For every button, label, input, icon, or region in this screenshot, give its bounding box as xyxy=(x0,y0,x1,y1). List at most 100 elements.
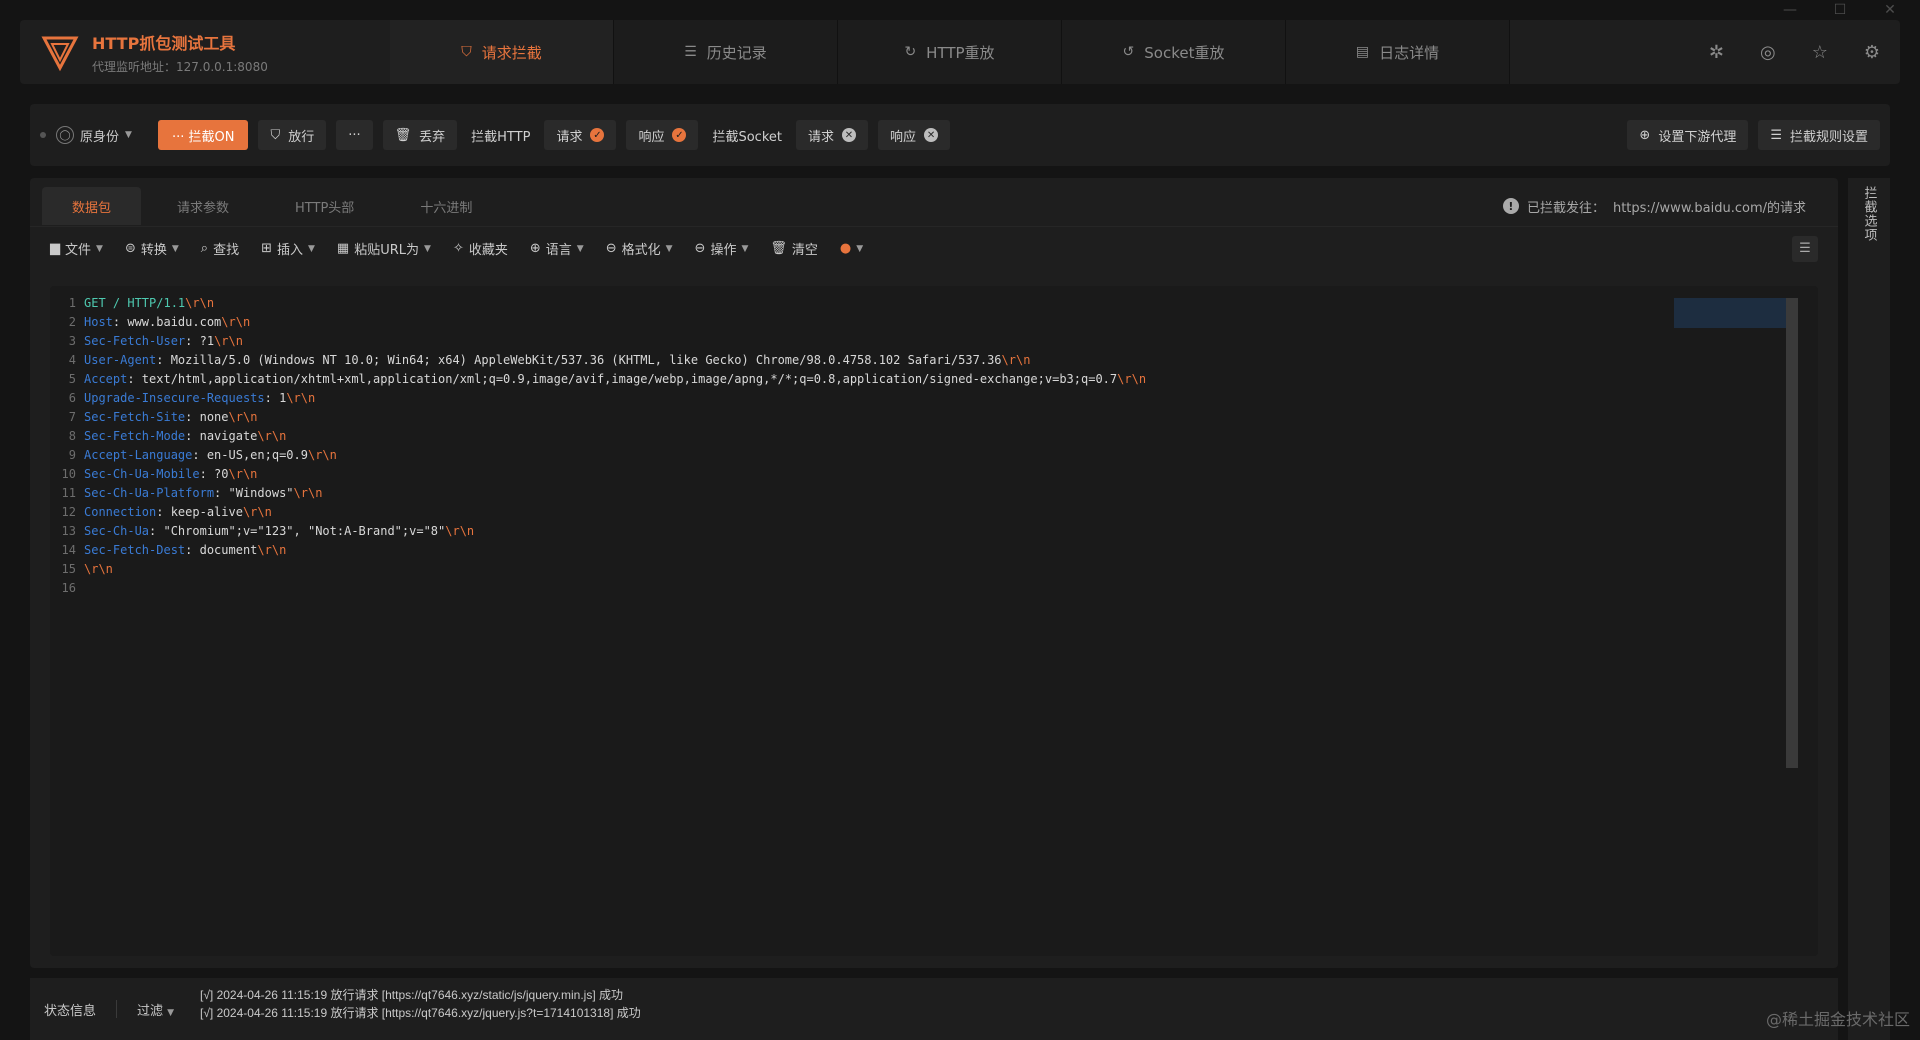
editor-settings-button[interactable]: ☰ xyxy=(1792,235,1818,262)
code-line: 15 \r\n xyxy=(50,560,1818,579)
app-logo xyxy=(41,36,79,72)
crlf-marker: \r\n xyxy=(1117,372,1147,386)
more-button[interactable]: ··· xyxy=(336,120,373,150)
format-icon: ⊖ xyxy=(605,241,617,256)
clear-label: 清空 xyxy=(791,243,818,258)
toggle-label: 响应 xyxy=(638,129,665,145)
shield-icon[interactable]: ◎ xyxy=(1760,42,1776,63)
crlf-marker: \r\n xyxy=(307,448,337,462)
tab-hex[interactable]: 十六进制 xyxy=(390,187,502,225)
log-list: [√] 2024-04-26 11:15:19 放行请求 [https://qt… xyxy=(200,978,641,1040)
discard-label: 丢弃 xyxy=(419,129,446,145)
chevron-down-icon: ▼ xyxy=(125,130,132,140)
line-number: 14 xyxy=(61,543,76,557)
release-button[interactable]: ⛉ 放行 xyxy=(258,120,327,150)
tab-log-details[interactable]: ▤ 日志详情 xyxy=(1286,20,1510,84)
intercept-options-panel[interactable]: 拦截选项 xyxy=(1848,178,1890,1040)
header-value: : ?0 xyxy=(199,467,229,481)
maximize-button[interactable]: ☐ xyxy=(1830,2,1850,18)
socket-request-toggle[interactable]: 请求 ✕ xyxy=(795,120,868,150)
packet-editor[interactable]: 1 GET / HTTP/1.1 \r\n 2 Host: www.baidu.com \… xyxy=(50,286,1818,956)
rule-settings-button[interactable]: ☰ 拦截规则设置 xyxy=(1758,120,1880,150)
editor-toolbar: ▆ 文件 ▼ ⊜ 转换 ▼ ⌕ 查找 ⊞ 插入 ▼ ▦ 粘贴URL为 ▼ ✧ 收藏夹 ⊕ 语言 ▼ ⊖ 格… xyxy=(30,226,1838,270)
file-menu[interactable]: ▆ 文件 ▼ xyxy=(50,239,103,258)
status-controls: 状态信息 过滤 ▼ xyxy=(30,978,200,1040)
http-request-toggle[interactable]: 请求 ✓ xyxy=(544,120,617,150)
operation-menu[interactable]: ⊖ 操作 ▼ xyxy=(695,239,749,258)
log-line: [√] 2024-04-26 11:15:19 放行请求 [https://qt… xyxy=(200,1006,641,1020)
favorites-button[interactable]: ✧ 收藏夹 xyxy=(453,239,508,258)
line-number: 15 xyxy=(61,562,76,576)
close-button[interactable]: ✕ xyxy=(1880,2,1900,18)
chevron-down-icon: ▼ xyxy=(167,1007,175,1018)
tab-socket-replay[interactable]: ↺ Socket重放 xyxy=(1062,20,1286,84)
code-line: 7 Sec-Fetch-Site: none \r\n xyxy=(50,408,1818,427)
discard-button[interactable]: 🗑 丢弃 xyxy=(382,120,458,150)
minimize-button[interactable]: — xyxy=(1780,2,1800,18)
header-value: : none xyxy=(185,410,229,424)
vertical-scrollbar[interactable] xyxy=(1786,298,1798,768)
theme-menu[interactable]: ● ▼ xyxy=(840,241,863,256)
status-bar: 状态信息 过滤 ▼ [√] 2024-04-26 11:15:19 放行请求 [… xyxy=(30,978,1838,1040)
code-line: 5 Accept: text/html,application/xhtml+xml… xyxy=(50,370,1818,389)
filter-dropdown[interactable]: 过滤 ▼ xyxy=(137,1000,174,1019)
header-value: : text/html,application/xhtml+xml,applic… xyxy=(127,372,1118,386)
insert-menu[interactable]: ⊞ 插入 ▼ xyxy=(261,239,315,258)
intercept-info: ! 已拦截发往： https://www.baidu.com/的请求 xyxy=(1502,197,1826,216)
trash-icon: 🗑 xyxy=(770,241,787,256)
tab-http-replay[interactable]: ↻ HTTP重放 xyxy=(838,20,1062,84)
code-line: 1 GET / HTTP/1.1 \r\n xyxy=(50,294,1818,313)
code-line: 2 Host: www.baidu.com \r\n xyxy=(50,313,1818,332)
tab-request-params[interactable]: 请求参数 xyxy=(147,187,259,225)
history-icon: ☰ xyxy=(684,44,697,60)
tab-intercept[interactable]: ⛉ 请求拦截 xyxy=(390,20,614,84)
minimap[interactable] xyxy=(1674,298,1786,328)
header-name: Sec-Ch-Ua-Mobile xyxy=(84,467,200,481)
tab-packet[interactable]: 数据包 xyxy=(42,187,142,225)
bug-icon[interactable]: ✲ xyxy=(1709,42,1724,63)
tab-history[interactable]: ☰ 历史记录 xyxy=(614,20,838,84)
header-value: : ?1 xyxy=(185,334,215,348)
downstream-proxy-button[interactable]: ⊕ 设置下游代理 xyxy=(1627,120,1749,150)
intercept-options-label: 拦截选项 xyxy=(1861,186,1877,242)
line-number: 6 xyxy=(68,391,76,405)
search-icon: ⌕ xyxy=(200,241,209,256)
toggle-label: 请求 xyxy=(556,129,583,145)
gear-icon[interactable]: ⚙ xyxy=(1864,42,1880,63)
chevron-down-icon: ▼ xyxy=(424,243,431,254)
line-number: 4 xyxy=(68,353,76,367)
header-name: Sec-Fetch-Dest xyxy=(84,543,186,557)
tab-http-headers[interactable]: HTTP头部 xyxy=(265,187,384,225)
intercept-toggle-button[interactable]: ··· 拦截ON xyxy=(157,120,249,150)
header-name: Accept-Language xyxy=(84,448,193,462)
insert-label: 插入 xyxy=(276,243,303,258)
code-line: 3 Sec-Fetch-User: ?1 \r\n xyxy=(50,332,1818,351)
crlf-marker: \r\n xyxy=(84,562,113,576)
convert-menu[interactable]: ⊜ 转换 ▼ xyxy=(125,239,179,258)
crlf-marker: \r\n xyxy=(293,486,323,500)
code-area[interactable]: 1 GET / HTTP/1.1 \r\n 2 Host: www.baidu.com \… xyxy=(50,286,1818,598)
header-name: Sec-Fetch-Mode xyxy=(84,429,186,443)
code-line: 8 Sec-Fetch-Mode: navigate \r\n xyxy=(50,427,1818,446)
http-response-toggle[interactable]: 响应 ✓ xyxy=(626,120,699,150)
format-menu[interactable]: ⊖ 格式化 ▼ xyxy=(606,239,673,258)
star-icon[interactable]: ☆ xyxy=(1812,42,1828,63)
user-icon: ◯ xyxy=(56,126,74,144)
header-value: : "Windows" xyxy=(214,486,294,500)
header-value: : 1 xyxy=(264,391,287,405)
divider xyxy=(116,1000,118,1018)
app-title: HTTP抓包测试工具 xyxy=(92,33,236,53)
downstream-proxy-label: 设置下游代理 xyxy=(1658,129,1737,145)
watermark: @稀土掘金技术社区 xyxy=(1765,1010,1910,1029)
packet-panel: 数据包 请求参数 HTTP头部 十六进制 ! 已拦截发往： https://ww… xyxy=(30,178,1838,968)
paste-url-menu[interactable]: ▦ 粘贴URL为 ▼ xyxy=(337,239,431,258)
language-menu[interactable]: ⊕ 语言 ▼ xyxy=(530,239,584,258)
clear-button[interactable]: 🗑 清空 xyxy=(770,239,818,258)
find-button[interactable]: ⌕ 查找 xyxy=(201,239,239,258)
header-name: User-Agent xyxy=(84,353,157,367)
chevron-down-icon: ▼ xyxy=(576,243,584,254)
identity-select[interactable]: ◯ 原身份 ▼ xyxy=(56,126,132,145)
socket-response-toggle[interactable]: 响应 ✕ xyxy=(878,120,951,150)
check-icon: ✓ xyxy=(590,128,605,142)
header-name: Host xyxy=(84,315,113,329)
